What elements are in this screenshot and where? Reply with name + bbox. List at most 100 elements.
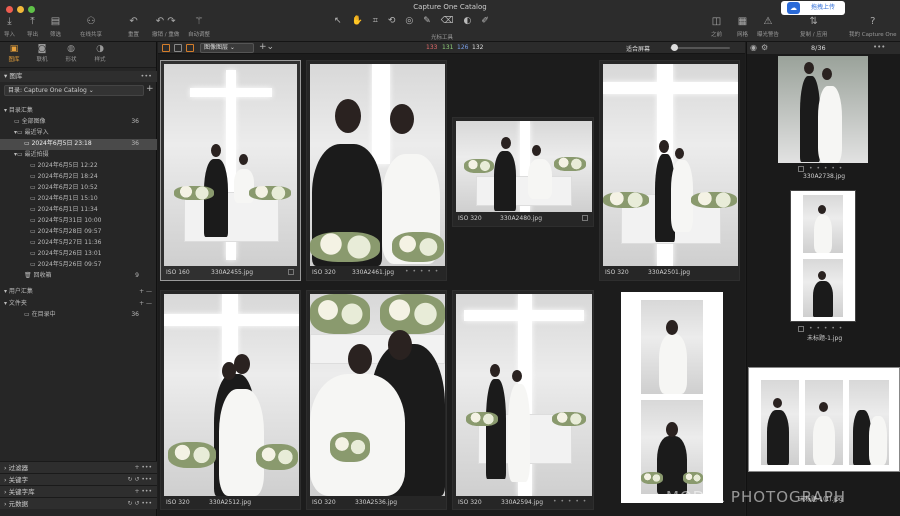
user-collection-header[interactable]: ▾ 用户汇集 + —	[0, 287, 157, 298]
select-checkbox[interactable]	[288, 269, 294, 275]
metadata-section[interactable]: › 元数据 ↻ ↺ •••	[0, 497, 157, 509]
undo-redo-label: 撤销 / 重做	[152, 32, 180, 38]
reset-button[interactable]: ↶ 重置	[128, 16, 139, 38]
add-collection-icon[interactable]: + —	[139, 287, 152, 298]
library-section-header[interactable]: ▾ 图库 •••	[0, 71, 157, 82]
copy-apply-button[interactable]: ⇅ 复制 / 应用	[800, 16, 827, 38]
hand-icon[interactable]: ✋	[352, 16, 363, 26]
select-cursor-icon[interactable]: ↖	[334, 16, 342, 26]
brush-icon[interactable]: ✎	[423, 16, 431, 26]
more-icon[interactable]: •••	[140, 71, 152, 82]
filters-section[interactable]: › 过滤器 + •••	[0, 461, 157, 473]
rating-dots[interactable]: • • • • •	[809, 325, 843, 332]
rating-dots[interactable]: • • • • •	[809, 165, 843, 172]
auto-adjust-button[interactable]: ⚚ 自动调整	[188, 16, 210, 38]
thumbnail-filename: 330A2536.jpg	[355, 499, 398, 506]
filmstrip-photo[interactable]	[748, 367, 900, 472]
thumbnail[interactable]	[618, 290, 723, 510]
list-item[interactable]: ▭ 2024年6月2日 10:52	[0, 183, 157, 194]
add-folder-icon[interactable]: + —	[139, 299, 152, 310]
style-icon: ◑	[96, 44, 104, 54]
thumbnail[interactable]: ISO 320 330A2536.jpg	[306, 290, 447, 510]
zoom-slider-knob[interactable]	[671, 44, 678, 51]
reset-label: 重置	[128, 32, 140, 38]
filmstrip-toolbar: ◉ ⚙ 8/36 •••	[747, 42, 900, 54]
tab-tethered[interactable]: ◙ 联机	[31, 44, 53, 63]
eye-icon[interactable]: ◉	[750, 43, 757, 52]
watermark: MODEL PHOTOGRAPH	[666, 488, 847, 506]
list-item[interactable]: ▭ 2024年6月2日 18:24	[0, 172, 157, 183]
undo-redo-icon: ↶ ↷	[155, 16, 176, 27]
import-button[interactable]: ⤓ 导入	[4, 16, 15, 38]
select-checkbox[interactable]	[582, 215, 588, 221]
thumbnail[interactable]: ISO 320 330A2480.jpg	[452, 117, 594, 227]
rating-dots[interactable]: • • • • •	[405, 268, 439, 275]
share-button[interactable]: ⚇ 在线共享	[80, 16, 102, 38]
list-item[interactable]: ▭ 2024年6月5日 12:22	[0, 161, 157, 172]
section-actions-icon[interactable]: ↻ ↺ •••	[128, 498, 153, 510]
add-icon[interactable]: +	[146, 84, 154, 94]
filmstrip-filename: 330A2738.jpg	[803, 173, 846, 180]
fit-screen-label[interactable]: 适合屏幕	[626, 44, 650, 53]
eraser-icon[interactable]: ⌫	[441, 16, 454, 26]
exposure-warning-button[interactable]: ⚠ 曝光警告	[757, 16, 779, 38]
filter-icon: ▤	[50, 16, 61, 27]
list-item[interactable]: ▭ 2024年6月1日 11:34	[0, 205, 157, 216]
undo-redo-button[interactable]: ↶ ↷ 撤销 / 重做	[152, 16, 179, 38]
in-catalog-item[interactable]: ▭ 在目录中 36	[0, 310, 157, 321]
list-item[interactable]: ▭ 2024年5月26日 09:57	[0, 260, 157, 271]
filmstrip-view-icon[interactable]	[186, 44, 194, 52]
add-layer-icon[interactable]: +⌄	[259, 42, 274, 52]
list-item[interactable]: ▾▭ 最近拍摄	[0, 150, 157, 161]
settings-icon[interactable]: ⚙	[761, 43, 768, 52]
select-checkbox[interactable]	[798, 326, 804, 332]
gradient-icon[interactable]: ◐	[464, 16, 472, 26]
picker-icon[interactable]: ✐	[481, 16, 489, 26]
thumbnail[interactable]: ISO 320 330A2512.jpg	[160, 290, 301, 510]
filter-button[interactable]: ▤ 筛选	[50, 16, 61, 38]
spot-icon[interactable]: ◎	[405, 16, 413, 26]
select-checkbox[interactable]	[798, 166, 804, 172]
crop-icon[interactable]: ⌗	[373, 16, 378, 26]
list-view-icon[interactable]	[174, 44, 182, 52]
rating-dots[interactable]: • • • • •	[553, 498, 587, 505]
list-item[interactable]: ▭ 2024年5月31日 10:00	[0, 216, 157, 227]
more-icon[interactable]: •••	[873, 43, 885, 51]
tab-style[interactable]: ◑ 样式	[89, 44, 111, 63]
thumbnail[interactable]: ISO 160 330A2455.jpg	[160, 60, 301, 281]
list-item[interactable]: ▭ 2024年6月1日 15:10	[0, 194, 157, 205]
filmstrip-photo[interactable]	[790, 190, 856, 322]
filmstrip-photo[interactable]	[778, 56, 868, 163]
tab-library[interactable]: ▣ 图库	[3, 44, 25, 63]
keyword-library-section[interactable]: › 关键字库 + •••	[0, 485, 157, 497]
catalog-collection-header[interactable]: ▾ 目录汇集	[0, 106, 157, 117]
tab-shape[interactable]: ◍ 形状	[60, 44, 82, 63]
list-item[interactable]: ▭ 2024年5月26日 13:01	[0, 249, 157, 260]
my-capture-one-button[interactable]: ? 我的 Capture One	[849, 16, 897, 38]
thumbnail[interactable]: ISO 320 330A2461.jpg • • • • •	[306, 60, 447, 281]
grid-button[interactable]: ▦ 网格	[737, 16, 748, 38]
list-item[interactable]: ▭ 2024年5月28日 09:57	[0, 227, 157, 238]
list-item[interactable]: ▭ 2024年5月27日 11:36	[0, 238, 157, 249]
layer-dropdown[interactable]: 图像图层 ⌄	[200, 43, 254, 53]
thumbnail[interactable]: ISO 320 330A2594.jpg • • • • •	[452, 290, 594, 510]
export-button[interactable]: ⤒ 导出	[27, 16, 38, 38]
thumbnail-filename: 330A2501.jpg	[648, 269, 691, 276]
filmstrip-panel: ◉ ⚙ 8/36 ••• • • • • • 330A2738.jpg • • …	[746, 42, 900, 516]
catalog-select[interactable]: 目录: Capture One Catalog ⌄	[4, 85, 144, 96]
rotate-icon[interactable]: ⟲	[388, 16, 396, 26]
copy-apply-icon: ⇅	[809, 16, 818, 27]
share-label: 在线共享	[80, 32, 103, 38]
keywords-section[interactable]: › 关键字 ↻ ↺ •••	[0, 473, 157, 485]
folders-header[interactable]: ▾ 文件夹 + —	[0, 299, 157, 310]
grid-view-icon[interactable]	[162, 44, 170, 52]
thumbnail[interactable]: ISO 320 330A2501.jpg	[599, 60, 740, 281]
upload-button[interactable]: ☁ 拖拽上传	[781, 1, 845, 15]
trash-item[interactable]: 🗑 回收箱 9	[0, 271, 157, 282]
list-item-selected[interactable]: ▭ 2024年6月5日 23:18 36	[0, 139, 157, 150]
list-item[interactable]: ▾▭ 最近导入	[0, 128, 157, 139]
zoom-slider[interactable]	[670, 44, 730, 51]
list-item[interactable]: ▭ 全部图像 36	[0, 117, 157, 128]
thumbnail-filename: 330A2594.jpg	[501, 499, 544, 506]
previous-button[interactable]: ◫ 之前	[711, 16, 722, 38]
